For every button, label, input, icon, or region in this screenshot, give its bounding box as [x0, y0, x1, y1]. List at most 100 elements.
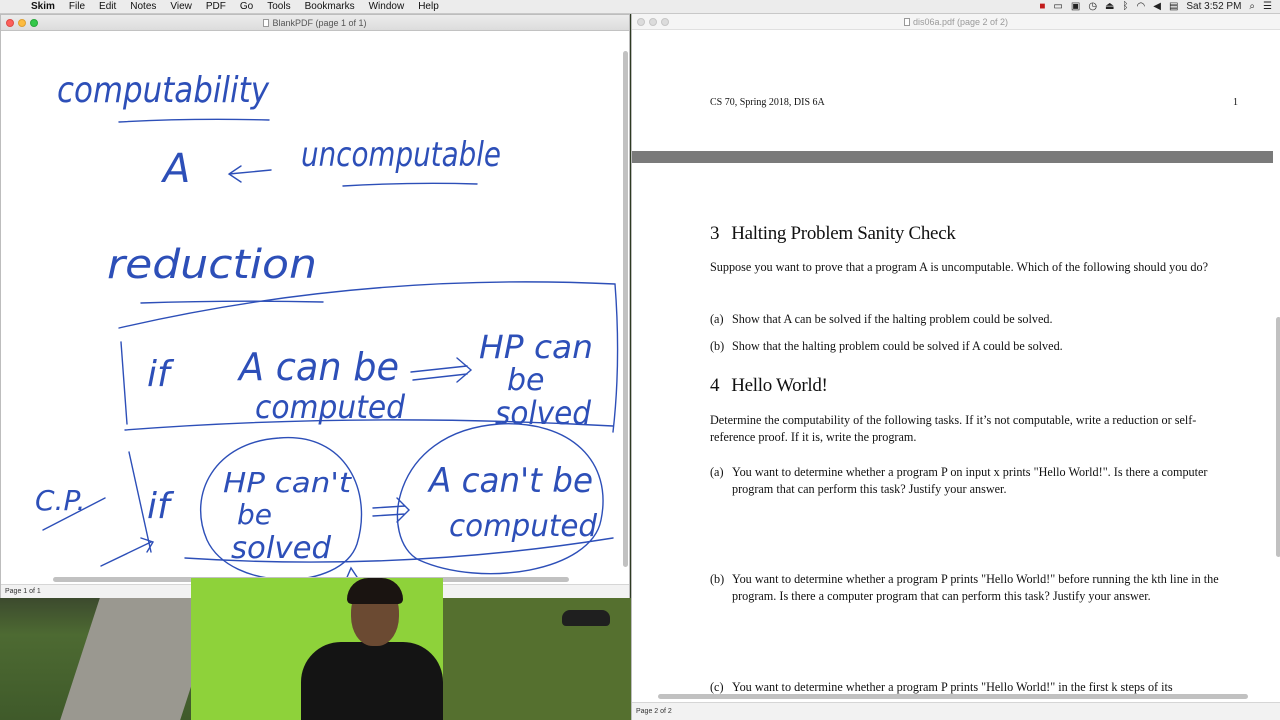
menu-view[interactable]: View [163, 0, 199, 14]
zoom-button[interactable] [661, 18, 669, 26]
presenter-body [301, 642, 443, 720]
hw-computed-2: computed [449, 509, 598, 544]
record-icon[interactable]: ■ [1039, 0, 1045, 14]
section-4-part-a: (a) You want to determine whether a progr… [710, 464, 1236, 498]
hw-reduction: reduction [107, 242, 317, 288]
hw-computability: computability [57, 70, 270, 111]
menu-app-skim[interactable]: Skim [24, 0, 62, 14]
page-number: 1 [1233, 97, 1238, 108]
hw-be-2: be [237, 498, 272, 531]
window-titlebar[interactable]: dis06a.pdf (page 2 of 2) [632, 14, 1280, 30]
page-indicator: Page 1 of 1 [5, 588, 41, 595]
window-title: dis06a.pdf (page 2 of 2) [912, 17, 1009, 27]
volume-icon[interactable]: ◀ [1153, 0, 1161, 14]
pdf-canvas[interactable]: computability A uncomputable reduction i… [1, 32, 621, 588]
menu-bookmarks[interactable]: Bookmarks [298, 0, 362, 14]
arrow-left [227, 165, 272, 183]
skim-window-dis06a: dis06a.pdf (page 2 of 2) CS 70, Spring 2… [631, 14, 1280, 720]
menu-bar: Skim File Edit Notes View PDF Go Tools B… [0, 0, 1280, 14]
skim-window-blankpdf: BlankPDF (page 1 of 1) computability A u… [0, 14, 630, 598]
option-label: (a) [710, 312, 724, 326]
notification-center-icon[interactable]: ☰ [1263, 0, 1272, 14]
lying-person [562, 610, 610, 626]
window-controls [6, 19, 38, 27]
menu-edit[interactable]: Edit [92, 0, 123, 14]
hw-cp: C.P. [35, 484, 85, 517]
window-status-bar: Page 2 of 2 [632, 702, 1280, 720]
hw-solved-2: solved [231, 531, 332, 566]
bluetooth-icon[interactable]: ᛒ [1123, 0, 1129, 14]
page-indicator: Page 2 of 2 [636, 708, 672, 715]
implies-arrow-1 [410, 357, 473, 383]
minimize-button[interactable] [18, 19, 26, 27]
part-label: (b) [710, 572, 725, 586]
minimize-button[interactable] [649, 18, 657, 26]
menu-notes[interactable]: Notes [123, 0, 163, 14]
document-icon [263, 19, 270, 27]
section-3-option-b: (b) Show that the halting problem could b… [710, 338, 1236, 355]
implies-arrow-2 [372, 497, 410, 523]
arrow-up [100, 537, 155, 567]
hw-a-cant-be: A can't be [427, 461, 593, 501]
webcam-overlay [191, 578, 443, 720]
spotlight-search-icon[interactable]: ⌕ [1249, 0, 1255, 14]
section-3-prompt: Suppose you want to prove that a program… [710, 260, 1209, 274]
menu-file[interactable]: File [62, 0, 92, 14]
page-header-course: CS 70, Spring 2018, DIS 6A [710, 97, 825, 108]
part-label: (a) [710, 465, 724, 479]
vertical-scrollbar[interactable] [623, 51, 628, 567]
option-label: (b) [710, 339, 725, 353]
underline-reduction [140, 300, 324, 304]
menu-tools[interactable]: Tools [260, 0, 297, 14]
horizontal-scrollbar[interactable] [658, 694, 1248, 699]
close-button[interactable] [6, 19, 14, 27]
pdf-page-1-bottom[interactable]: CS 70, Spring 2018, DIS 6A 1 [632, 31, 1273, 151]
part-text: You want to determine whether a program … [732, 572, 1219, 603]
vertical-scrollbar[interactable] [1276, 317, 1280, 557]
hw-if: if [147, 354, 175, 395]
airplay-icon[interactable]: ▭ [1053, 0, 1062, 14]
section-4-part-b: (b) You want to determine whether a progr… [710, 571, 1236, 605]
page-separator [632, 151, 1273, 163]
part-text: You want to determine whether a program … [732, 680, 1173, 694]
menu-go[interactable]: Go [233, 0, 260, 14]
hw-a-can-be: A can be [236, 345, 399, 389]
wifi-icon[interactable]: ◠ [1137, 0, 1146, 14]
section-number: 3 [710, 223, 720, 244]
section-number: 4 [710, 375, 720, 396]
underline-uncomputable [342, 182, 478, 187]
hw-hp-cant: HP can't [223, 466, 352, 499]
underline-computability [118, 118, 270, 123]
menu-pdf[interactable]: PDF [199, 0, 233, 14]
hw-uncomputable: uncomputable [301, 135, 501, 175]
eject-icon[interactable]: ⏏ [1105, 0, 1114, 14]
option-text: Show that the halting problem could be s… [732, 339, 1063, 353]
window-title: BlankPDF (page 1 of 1) [272, 18, 367, 28]
section-3-heading: 3 Halting Problem Sanity Check [710, 223, 956, 245]
pdf-page-2[interactable]: 3 Halting Problem Sanity Check Suppose yo… [632, 163, 1273, 699]
presenter-hair [347, 578, 403, 604]
section-title: Hello World! [731, 375, 828, 396]
option-text: Show that A can be solved if the halting… [732, 312, 1053, 326]
window-titlebar[interactable]: BlankPDF (page 1 of 1) [1, 15, 629, 31]
time-machine-icon[interactable]: ◷ [1088, 0, 1097, 14]
part-text: You want to determine whether a program … [732, 465, 1208, 496]
window-controls [637, 18, 669, 26]
hw-if-2: if [147, 486, 175, 527]
handwriting-layer: computability A uncomputable reduction i… [35, 70, 619, 583]
menu-window[interactable]: Window [362, 0, 412, 14]
section-3-option-a: (a) Show that A can be solved if the halt… [710, 311, 1236, 328]
hw-hp-can: HP can [479, 328, 593, 366]
status-area: ■ ▭ ▣ ◷ ⏏ ᛒ ◠ ◀ ▤ Sat 3:52 PM ⌕ ☰ [1039, 0, 1272, 14]
zoom-button[interactable] [30, 19, 38, 27]
menu-help[interactable]: Help [411, 0, 446, 14]
document-icon [903, 18, 910, 26]
clock-text[interactable]: Sat 3:52 PM [1186, 0, 1241, 14]
display-icon[interactable]: ▣ [1071, 0, 1080, 14]
hw-solved: solved [495, 394, 592, 432]
hw-be: be [507, 363, 545, 398]
hw-computed: computed [255, 388, 406, 426]
section-4-heading: 4 Hello World! [710, 375, 828, 397]
keyboard-icon[interactable]: ▤ [1169, 0, 1178, 14]
close-button[interactable] [637, 18, 645, 26]
